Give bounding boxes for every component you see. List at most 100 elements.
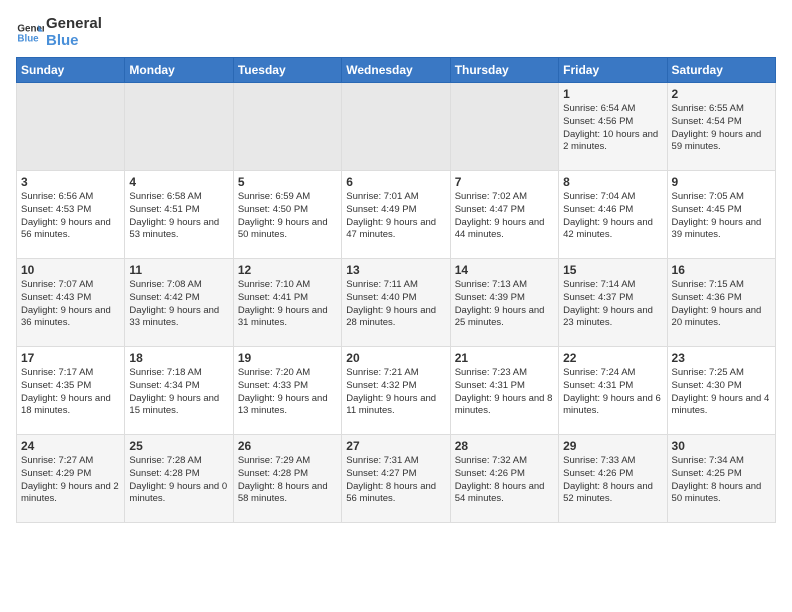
day-info: Sunrise: 7:23 AM Sunset: 4:31 PM Dayligh… <box>455 367 554 418</box>
day-info: Sunrise: 7:25 AM Sunset: 4:30 PM Dayligh… <box>672 367 771 418</box>
calendar-cell: 12Sunrise: 7:10 AM Sunset: 4:41 PM Dayli… <box>233 259 341 347</box>
day-number: 1 <box>563 87 662 101</box>
day-info: Sunrise: 6:55 AM Sunset: 4:54 PM Dayligh… <box>672 103 771 154</box>
calendar-cell: 23 Sunrise: 7:25 AM Sunset: 4:30 PM Dayli… <box>667 347 775 435</box>
day-number: 6 <box>346 175 445 189</box>
calendar-cell: 13 Sunrise: 7:11 AM Sunset: 4:40 PM Dayli… <box>342 259 450 347</box>
calendar-cell: 10 Sunrise: 7:07 AM Sunset: 4:43 PM Dayli… <box>17 259 125 347</box>
calendar-cell: 28 Sunrise: 7:32 AM Sunset: 4:26 PM Dayli… <box>450 435 558 523</box>
day-number: 4 <box>129 175 228 189</box>
day-number: 8 <box>563 175 662 189</box>
day-info: Sunrise: 7:15 AM Sunset: 4:36 PM Dayligh… <box>672 279 771 330</box>
day-info: Sunrise: 7:20 AM Sunset: 4:33 PM Dayligh… <box>238 367 337 418</box>
day-info: Sunrise: 7:34 AM Sunset: 4:25 PM Dayligh… <box>672 455 771 506</box>
day-number: 25 <box>129 439 228 453</box>
day-number: 16 <box>672 263 771 277</box>
calendar-week-row: 3Sunrise: 6:56 AM Sunset: 4:53 PM Daylig… <box>17 171 776 259</box>
day-number: 30 <box>672 439 771 453</box>
page-header: General Blue General Blue <box>16 16 776 49</box>
calendar-cell: 25 Sunrise: 7:28 AM Sunset: 4:28 PM Dayli… <box>125 435 233 523</box>
calendar-cell: 24 Sunrise: 7:27 AM Sunset: 4:29 PM Dayli… <box>17 435 125 523</box>
calendar-table: SundayMondayTuesdayWednesdayThursdayFrid… <box>16 57 776 523</box>
logo-blue: Blue <box>46 33 102 50</box>
day-number: 11 <box>129 263 228 277</box>
weekday-header-sunday: Sunday <box>17 58 125 83</box>
calendar-week-row: 17Sunrise: 7:17 AM Sunset: 4:35 PM Dayli… <box>17 347 776 435</box>
calendar-cell: 29 Sunrise: 7:33 AM Sunset: 4:26 PM Dayli… <box>559 435 667 523</box>
calendar-cell: 15 Sunrise: 7:14 AM Sunset: 4:37 PM Dayli… <box>559 259 667 347</box>
calendar-cell: 26 Sunrise: 7:29 AM Sunset: 4:28 PM Dayli… <box>233 435 341 523</box>
day-info: Sunrise: 7:28 AM Sunset: 4:28 PM Dayligh… <box>129 455 228 506</box>
day-info: Sunrise: 7:14 AM Sunset: 4:37 PM Dayligh… <box>563 279 662 330</box>
calendar-cell: 30 Sunrise: 7:34 AM Sunset: 4:25 PM Dayli… <box>667 435 775 523</box>
day-info: Sunrise: 7:02 AM Sunset: 4:47 PM Dayligh… <box>455 191 554 242</box>
calendar-cell: 9Sunrise: 7:05 AM Sunset: 4:45 PM Daylig… <box>667 171 775 259</box>
day-info: Sunrise: 7:18 AM Sunset: 4:34 PM Dayligh… <box>129 367 228 418</box>
svg-text:Blue: Blue <box>17 33 39 44</box>
calendar-week-row: 10 Sunrise: 7:07 AM Sunset: 4:43 PM Dayli… <box>17 259 776 347</box>
calendar-cell <box>125 83 233 171</box>
day-number: 2 <box>672 87 771 101</box>
calendar-cell: 8 Sunrise: 7:04 AM Sunset: 4:46 PM Daylig… <box>559 171 667 259</box>
day-number: 5 <box>238 175 337 189</box>
calendar-cell: 3Sunrise: 6:56 AM Sunset: 4:53 PM Daylig… <box>17 171 125 259</box>
day-number: 27 <box>346 439 445 453</box>
day-number: 10 <box>21 263 120 277</box>
day-info: Sunrise: 6:58 AM Sunset: 4:51 PM Dayligh… <box>129 191 228 242</box>
day-number: 14 <box>455 263 554 277</box>
calendar-cell: 22Sunrise: 7:24 AM Sunset: 4:31 PM Dayli… <box>559 347 667 435</box>
calendar-cell: 19Sunrise: 7:20 AM Sunset: 4:33 PM Dayli… <box>233 347 341 435</box>
weekday-header-wednesday: Wednesday <box>342 58 450 83</box>
day-number: 22 <box>563 351 662 365</box>
day-number: 7 <box>455 175 554 189</box>
day-info: Sunrise: 7:27 AM Sunset: 4:29 PM Dayligh… <box>21 455 120 506</box>
calendar-cell: 5Sunrise: 6:59 AM Sunset: 4:50 PM Daylig… <box>233 171 341 259</box>
day-number: 24 <box>21 439 120 453</box>
day-info: Sunrise: 7:07 AM Sunset: 4:43 PM Dayligh… <box>21 279 120 330</box>
day-number: 23 <box>672 351 771 365</box>
weekday-header-thursday: Thursday <box>450 58 558 83</box>
day-info: Sunrise: 7:21 AM Sunset: 4:32 PM Dayligh… <box>346 367 445 418</box>
calendar-cell <box>450 83 558 171</box>
day-number: 17 <box>21 351 120 365</box>
day-info: Sunrise: 6:54 AM Sunset: 4:56 PM Dayligh… <box>563 103 662 154</box>
calendar-header-row: SundayMondayTuesdayWednesdayThursdayFrid… <box>17 58 776 83</box>
logo: General Blue General Blue <box>16 16 102 49</box>
day-info: Sunrise: 7:33 AM Sunset: 4:26 PM Dayligh… <box>563 455 662 506</box>
day-number: 21 <box>455 351 554 365</box>
day-info: Sunrise: 6:56 AM Sunset: 4:53 PM Dayligh… <box>21 191 120 242</box>
day-info: Sunrise: 7:31 AM Sunset: 4:27 PM Dayligh… <box>346 455 445 506</box>
weekday-header-tuesday: Tuesday <box>233 58 341 83</box>
day-number: 15 <box>563 263 662 277</box>
weekday-header-monday: Monday <box>125 58 233 83</box>
calendar-cell: 7 Sunrise: 7:02 AM Sunset: 4:47 PM Daylig… <box>450 171 558 259</box>
calendar-cell: 6 Sunrise: 7:01 AM Sunset: 4:49 PM Daylig… <box>342 171 450 259</box>
calendar-week-row: 1 Sunrise: 6:54 AM Sunset: 4:56 PM Daylig… <box>17 83 776 171</box>
day-info: Sunrise: 7:13 AM Sunset: 4:39 PM Dayligh… <box>455 279 554 330</box>
day-info: Sunrise: 7:10 AM Sunset: 4:41 PM Dayligh… <box>238 279 337 330</box>
calendar-cell: 17Sunrise: 7:17 AM Sunset: 4:35 PM Dayli… <box>17 347 125 435</box>
day-info: Sunrise: 7:32 AM Sunset: 4:26 PM Dayligh… <box>455 455 554 506</box>
day-info: Sunrise: 7:04 AM Sunset: 4:46 PM Dayligh… <box>563 191 662 242</box>
day-number: 26 <box>238 439 337 453</box>
calendar-cell: 18Sunrise: 7:18 AM Sunset: 4:34 PM Dayli… <box>125 347 233 435</box>
logo-general: General <box>46 16 102 33</box>
calendar-week-row: 24 Sunrise: 7:27 AM Sunset: 4:29 PM Dayli… <box>17 435 776 523</box>
day-info: Sunrise: 7:29 AM Sunset: 4:28 PM Dayligh… <box>238 455 337 506</box>
logo-icon: General Blue <box>16 19 44 47</box>
calendar-cell: 16 Sunrise: 7:15 AM Sunset: 4:36 PM Dayli… <box>667 259 775 347</box>
calendar-cell: 2 Sunrise: 6:55 AM Sunset: 4:54 PM Daylig… <box>667 83 775 171</box>
calendar-cell: 27 Sunrise: 7:31 AM Sunset: 4:27 PM Dayli… <box>342 435 450 523</box>
calendar-cell: 21 Sunrise: 7:23 AM Sunset: 4:31 PM Dayli… <box>450 347 558 435</box>
day-number: 20 <box>346 351 445 365</box>
calendar-cell: 4 Sunrise: 6:58 AM Sunset: 4:51 PM Daylig… <box>125 171 233 259</box>
day-info: Sunrise: 7:01 AM Sunset: 4:49 PM Dayligh… <box>346 191 445 242</box>
day-info: Sunrise: 7:11 AM Sunset: 4:40 PM Dayligh… <box>346 279 445 330</box>
calendar-cell <box>342 83 450 171</box>
day-info: Sunrise: 7:05 AM Sunset: 4:45 PM Dayligh… <box>672 191 771 242</box>
day-info: Sunrise: 7:08 AM Sunset: 4:42 PM Dayligh… <box>129 279 228 330</box>
day-number: 29 <box>563 439 662 453</box>
calendar-cell: 11 Sunrise: 7:08 AM Sunset: 4:42 PM Dayli… <box>125 259 233 347</box>
day-number: 13 <box>346 263 445 277</box>
day-number: 28 <box>455 439 554 453</box>
